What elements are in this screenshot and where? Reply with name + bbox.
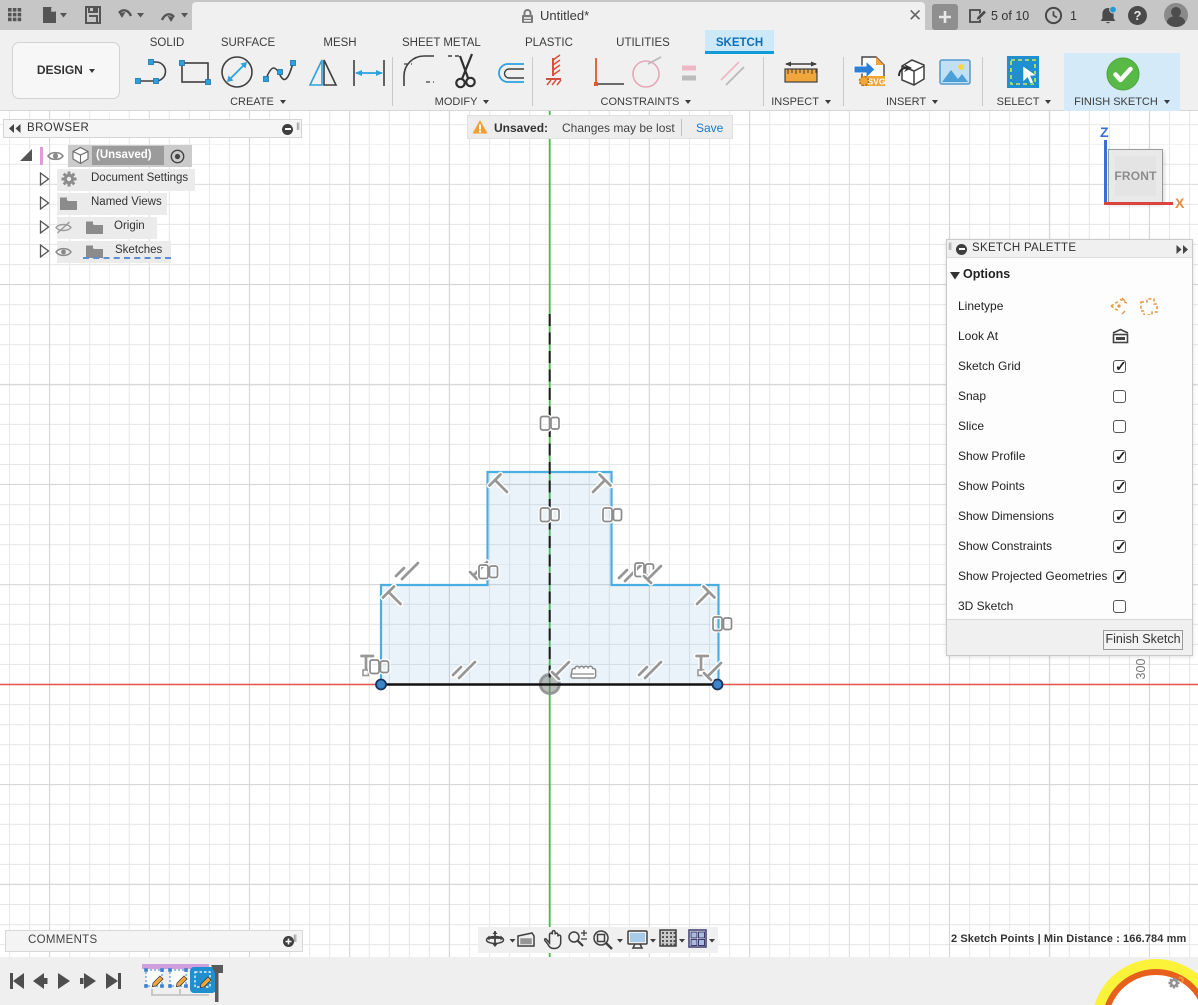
svg-text:SVG: SVG	[868, 77, 886, 87]
svg-text:300: 300	[1134, 659, 1148, 680]
